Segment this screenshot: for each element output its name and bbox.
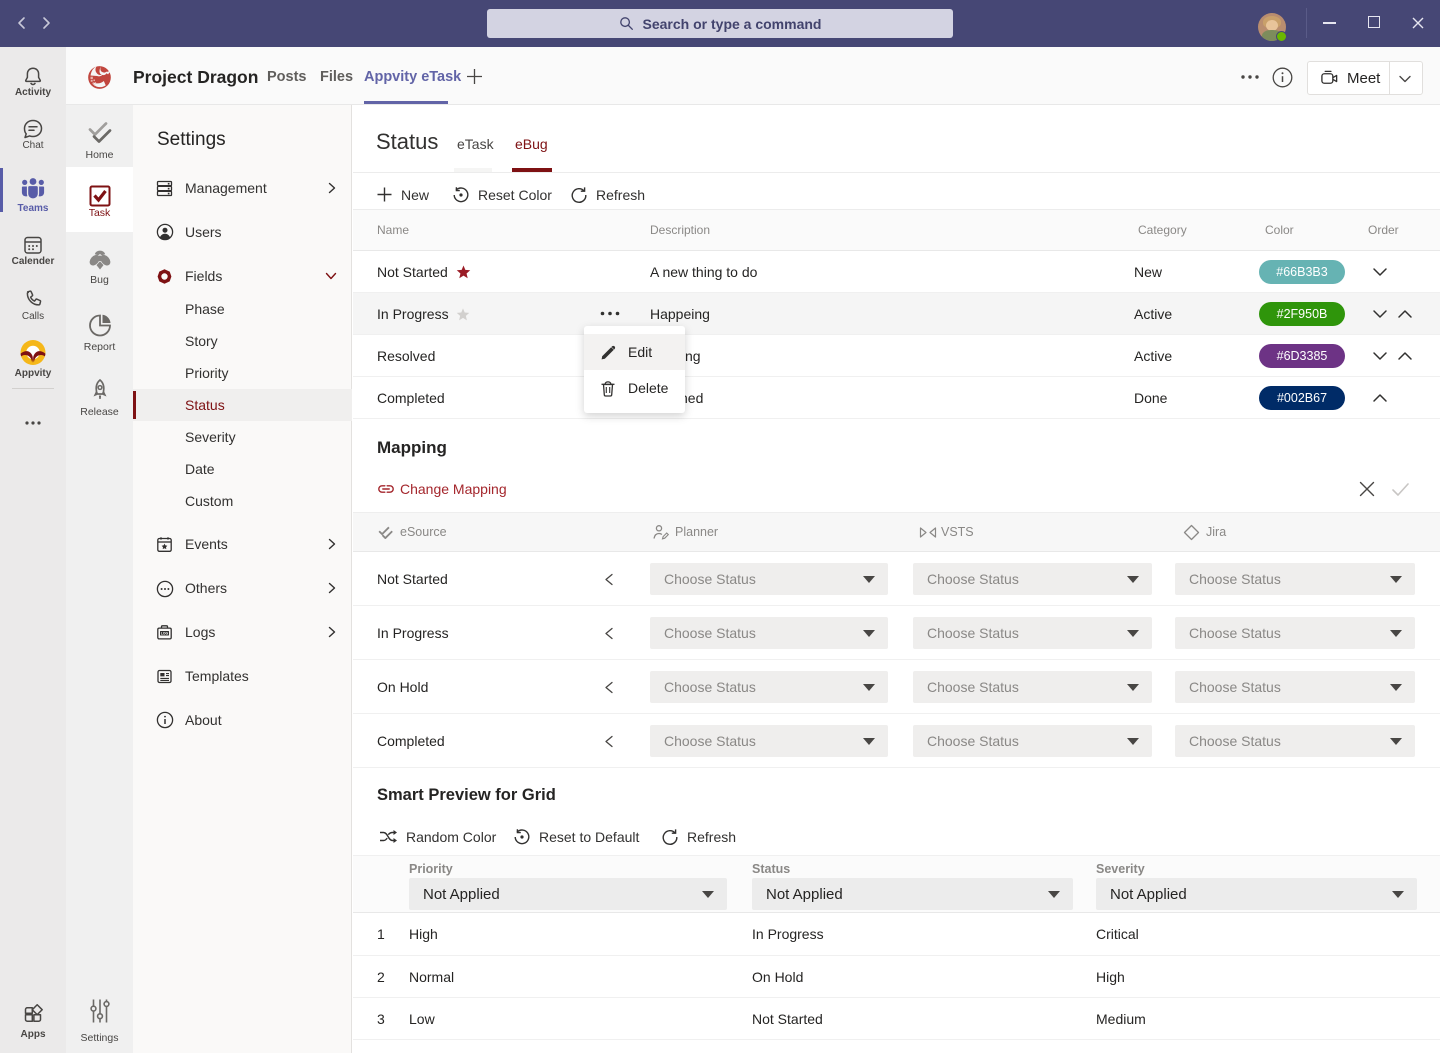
svg-text:LOG: LOG bbox=[161, 632, 169, 636]
